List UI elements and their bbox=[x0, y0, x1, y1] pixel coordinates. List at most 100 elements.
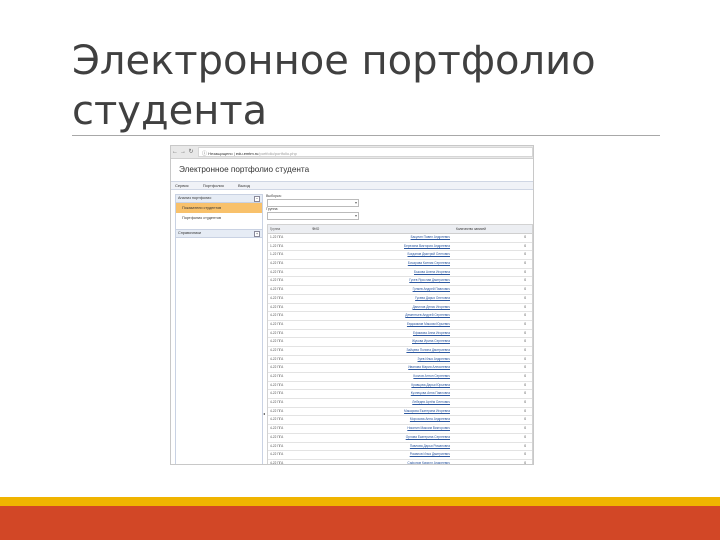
cell-student-name[interactable]: Зайцева Полина Дмитриевна bbox=[310, 347, 450, 355]
address-bar[interactable]: ⓘ Незащищено | edu.emtm.ru/portfolio/por… bbox=[198, 147, 533, 157]
arrow-right-icon[interactable]: → bbox=[179, 146, 187, 158]
table-row[interactable]: 1-22 ПГА Березина Виктория Андреевна 0 bbox=[268, 243, 532, 252]
table-row[interactable]: 4-22 ПГА Гусев Ярослав Дмитриевич 0 bbox=[268, 277, 532, 287]
cell-student-name[interactable]: Орлова Екатерина Сергеевна bbox=[310, 434, 450, 442]
cell-group: 4-22 ПГА bbox=[270, 417, 284, 422]
cell-student-name[interactable]: Гусев Ярослав Дмитриевич bbox=[310, 277, 450, 285]
cell-group: 4-22 ПГА bbox=[270, 321, 284, 326]
table-row[interactable]: 4-22 ПГА Евдокимов Максим Юрьевич 0 bbox=[268, 321, 532, 330]
cell-student-name[interactable]: Зуев Илья Андреевич bbox=[310, 356, 450, 364]
table-row[interactable]: 4-22 ПГА Дементьев Андрей Сергеевич 0 bbox=[268, 312, 532, 321]
table-row[interactable]: 4-22 ПГА Кравцова Дарья Юрьевна 0 bbox=[268, 382, 532, 391]
cell-record-count: 0 bbox=[524, 287, 526, 292]
filter-group: Группа: ▾ bbox=[266, 207, 532, 220]
table-row[interactable]: 4-22 ПГА Никитин Максим Викторович 0 bbox=[268, 425, 532, 434]
cell-record-count: 0 bbox=[524, 304, 526, 309]
table-row[interactable]: 4-22 ПГА Иванова Мария Алексеевна 0 bbox=[268, 364, 532, 373]
cell-record-count: 0 bbox=[524, 452, 526, 457]
table-row[interactable]: 4-22 ПГА Быкова Алена Игоревна 0 bbox=[268, 269, 532, 278]
cell-student-name[interactable]: Павлова Дарья Романовна bbox=[310, 443, 450, 451]
cell-student-name[interactable]: Никитин Максим Викторович bbox=[310, 425, 450, 433]
table-row[interactable]: 4-22 ПГА Данилов Денис Игоревич 0 bbox=[268, 304, 532, 313]
cell-record-count: 0 bbox=[524, 400, 526, 405]
table-row[interactable]: 4-22 ПГА Лебедев Артём Олегович 0 bbox=[268, 399, 532, 408]
cell-group: 4-22 ПГА bbox=[270, 261, 284, 266]
cell-group: 4-22 ПГА bbox=[270, 339, 284, 344]
cell-record-count: 0 bbox=[524, 278, 526, 283]
table-row[interactable]: 1-22 ПГА Бакулин Павел Андреевич 0 bbox=[268, 234, 532, 243]
table-row[interactable]: 4-22 ПГА Зуев Илья Андреевич 0 bbox=[268, 356, 532, 365]
reload-icon[interactable]: ↻ bbox=[187, 146, 195, 158]
column-header-name[interactable]: ФИО bbox=[310, 225, 452, 233]
screenshot-frame: ← → ↻ ⓘ Незащищено | edu.emtm.ru/portfol… bbox=[170, 145, 534, 465]
menu-item-exit[interactable]: Выход bbox=[238, 182, 250, 189]
cell-record-count: 0 bbox=[524, 408, 526, 413]
cell-student-name[interactable]: Евдокимов Максим Юрьевич bbox=[310, 321, 450, 329]
cell-student-name[interactable]: Сафонов Кирилл Андреевич bbox=[310, 460, 450, 464]
cell-student-name[interactable]: Бакулин Павел Андреевич bbox=[310, 234, 450, 242]
menu-item-portfolio[interactable]: Портфолио bbox=[203, 182, 224, 189]
cell-student-name[interactable]: Морозова Анна Андреевна bbox=[310, 416, 450, 424]
cell-student-name[interactable]: Гуляев Андрей Павлович bbox=[310, 286, 450, 294]
cell-student-name[interactable]: Кравцова Дарья Юрьевна bbox=[310, 382, 450, 390]
table-row[interactable]: 4-22 ПГА Ефимова Анна Игоревна 0 bbox=[268, 330, 532, 339]
table-row[interactable]: 4-22 ПГА Гуляев Андрей Павлович 0 bbox=[268, 286, 532, 295]
title-divider bbox=[72, 135, 660, 136]
sidebar-section-label: Справочники bbox=[178, 231, 202, 235]
table-row[interactable]: 4-22 ПГА Романов Илья Дмитриевич 0 bbox=[268, 451, 532, 460]
table-row[interactable]: 4-22 ПГА Макарова Екатерина Игоревна 0 bbox=[268, 408, 532, 417]
cell-student-name[interactable]: Кузнецова Анна Павловна bbox=[310, 390, 450, 398]
cell-student-name[interactable]: Романов Илья Дмитриевич bbox=[310, 451, 450, 459]
cell-group: 4-22 ПГА bbox=[270, 365, 284, 370]
group-select[interactable]: ▾ bbox=[267, 212, 359, 220]
cell-student-name[interactable]: Березина Виктория Андреевна bbox=[310, 243, 450, 251]
sidebar-section-analysis[interactable]: Анализ портфолио − bbox=[176, 195, 262, 203]
table-row[interactable]: 4-22 ПГА Сафонов Кирилл Андреевич 0 bbox=[268, 460, 532, 464]
cell-student-name[interactable]: Богданов Дмитрий Олегович bbox=[310, 251, 450, 259]
cell-student-name[interactable]: Дементьев Андрей Сергеевич bbox=[310, 312, 450, 320]
column-header-group[interactable]: Группа bbox=[268, 225, 310, 233]
footer-bar bbox=[0, 506, 720, 540]
table-row[interactable]: 4-22 ПГА Зайцева Полина Дмитриевна 0 bbox=[268, 347, 532, 356]
expand-icon[interactable]: + bbox=[254, 231, 260, 237]
table-row[interactable]: 4-22 ПГА Кузнецова Анна Павловна 0 bbox=[268, 390, 532, 400]
chevron-down-icon: ▾ bbox=[354, 200, 357, 205]
cell-student-name[interactable]: Гусева Дарья Олеговна bbox=[310, 295, 450, 303]
collapse-icon[interactable]: − bbox=[254, 196, 260, 202]
sidebar: Анализ портфолио − Показатели студентов … bbox=[175, 194, 263, 464]
table-row[interactable]: 4-22 ПГА Морозова Анна Андреевна 0 bbox=[268, 416, 532, 426]
cell-student-name[interactable]: Жукова Ирина Сергеевна bbox=[310, 338, 450, 346]
table-row[interactable]: 4-22 ПГА Жукова Ирина Сергеевна 0 bbox=[268, 338, 532, 347]
cell-record-count: 0 bbox=[524, 417, 526, 422]
sidebar-section-references[interactable]: Справочники + bbox=[176, 229, 262, 238]
cell-student-name[interactable]: Быкова Алена Игоревна bbox=[310, 269, 450, 277]
cell-student-name[interactable]: Козлов Антон Сергеевич bbox=[310, 373, 450, 381]
table-row[interactable]: 4-22 ПГА Козлов Антон Сергеевич 0 bbox=[268, 373, 532, 382]
splitter-handle[interactable]: ◂ bbox=[263, 411, 265, 416]
cell-record-count: 0 bbox=[524, 261, 526, 266]
filter-sample: Выборка: ▾ bbox=[266, 194, 532, 207]
column-header-count[interactable]: Количество записей bbox=[452, 225, 532, 233]
sidebar-item-student-indicators[interactable]: Показатели студентов bbox=[176, 203, 262, 213]
footer-accent-bar bbox=[0, 497, 720, 506]
cell-student-name[interactable]: Иванова Мария Алексеевна bbox=[310, 364, 450, 372]
arrow-left-icon[interactable]: ← bbox=[171, 146, 179, 158]
table-row[interactable]: 1-22 ПГА Богданов Дмитрий Олегович 0 bbox=[268, 251, 532, 261]
cell-student-name[interactable]: Бочарова Ксения Сергеевна bbox=[310, 260, 450, 268]
sidebar-item-student-portfolio[interactable]: Портфолио студентов bbox=[176, 213, 262, 223]
cell-student-name[interactable]: Ефимова Анна Игоревна bbox=[310, 330, 450, 338]
sample-select[interactable]: ▾ bbox=[267, 199, 359, 207]
info-icon: ⓘ bbox=[202, 151, 208, 157]
cell-student-name[interactable]: Данилов Денис Игоревич bbox=[310, 304, 450, 312]
table-row[interactable]: 4-22 ПГА Орлова Екатерина Сергеевна 0 bbox=[268, 434, 532, 443]
filter-group-label: Группа: bbox=[266, 207, 279, 211]
cell-student-name[interactable]: Макарова Екатерина Игоревна bbox=[310, 408, 450, 416]
menu-item-service[interactable]: Сервис bbox=[175, 182, 189, 189]
cell-student-name[interactable]: Лебедев Артём Олегович bbox=[310, 399, 450, 407]
browser-toolbar: ← → ↻ ⓘ Незащищено | edu.emtm.ru/portfol… bbox=[171, 146, 533, 159]
table-row[interactable]: 4-22 ПГА Гусева Дарья Олеговна 0 bbox=[268, 295, 532, 304]
cell-record-count: 0 bbox=[524, 252, 526, 257]
table-row[interactable]: 4-22 ПГА Бочарова Ксения Сергеевна 0 bbox=[268, 260, 532, 269]
table-row[interactable]: 4-22 ПГА Павлова Дарья Романовна 0 bbox=[268, 443, 532, 452]
cell-record-count: 0 bbox=[524, 434, 526, 439]
